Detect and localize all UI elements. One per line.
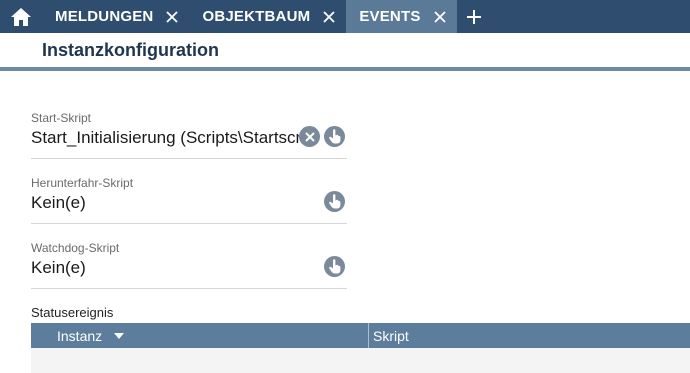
watchdog-script-label: Watchdog-Skript — [31, 241, 120, 255]
column-label: Instanz — [57, 327, 103, 344]
close-icon[interactable] — [322, 10, 336, 24]
pointing-hand-icon — [329, 194, 341, 209]
column-divider[interactable] — [368, 323, 369, 348]
home-icon — [11, 7, 31, 26]
title-divider — [0, 67, 690, 71]
start-script-value[interactable]: Start_Initialisierung (Scripts\Startscri… — [31, 128, 299, 148]
add-tab-button[interactable] — [457, 0, 491, 33]
close-icon[interactable] — [433, 10, 447, 24]
shutdown-script-value[interactable]: Kein(e) — [31, 193, 299, 213]
plus-icon — [466, 9, 481, 24]
watchdog-script-field: Watchdog-Skript Kein(e) — [31, 241, 347, 289]
page-title: Instanzkonfiguration — [42, 40, 219, 60]
tab-bar: MELDUNGEN OBJEKTBAUM EVENTS — [0, 0, 690, 33]
home-button[interactable] — [0, 0, 42, 33]
tab-label: OBJEKTBAUM — [202, 8, 311, 25]
start-script-label: Start-Skript — [31, 111, 92, 125]
column-label: Skript — [373, 327, 409, 344]
select-shutdown-script-button[interactable] — [324, 191, 345, 212]
shutdown-script-field: Herunterfahr-Skript Kein(e) — [31, 176, 347, 224]
start-script-field: Start-Skript Start_Initialisierung (Scri… — [31, 111, 347, 159]
tab-meldungen[interactable]: MELDUNGEN — [42, 0, 189, 33]
column-header-instanz[interactable]: Instanz — [57, 323, 125, 348]
watchdog-script-value[interactable]: Kein(e) — [31, 258, 299, 278]
clear-circle-icon — [304, 131, 315, 142]
tab-events[interactable]: EVENTS — [346, 0, 457, 33]
caret-down-icon — [114, 332, 125, 339]
tab-label: MELDUNGEN — [55, 8, 154, 25]
select-start-script-button[interactable] — [324, 126, 345, 147]
status-event-label: Statusereignis — [31, 305, 114, 320]
tab-label: EVENTS — [359, 8, 421, 25]
column-header-skript[interactable]: Skript — [373, 323, 409, 348]
close-icon[interactable] — [165, 10, 179, 24]
pointing-hand-icon — [329, 129, 341, 144]
status-table-header: Instanz Skript — [31, 323, 690, 348]
tab-objektbaum[interactable]: OBJEKTBAUM — [189, 0, 346, 33]
pointing-hand-icon — [329, 259, 341, 274]
select-watchdog-script-button[interactable] — [324, 256, 345, 277]
shutdown-script-label: Herunterfahr-Skript — [31, 176, 134, 190]
status-table-body — [31, 348, 690, 373]
clear-start-script-button[interactable] — [299, 126, 320, 147]
